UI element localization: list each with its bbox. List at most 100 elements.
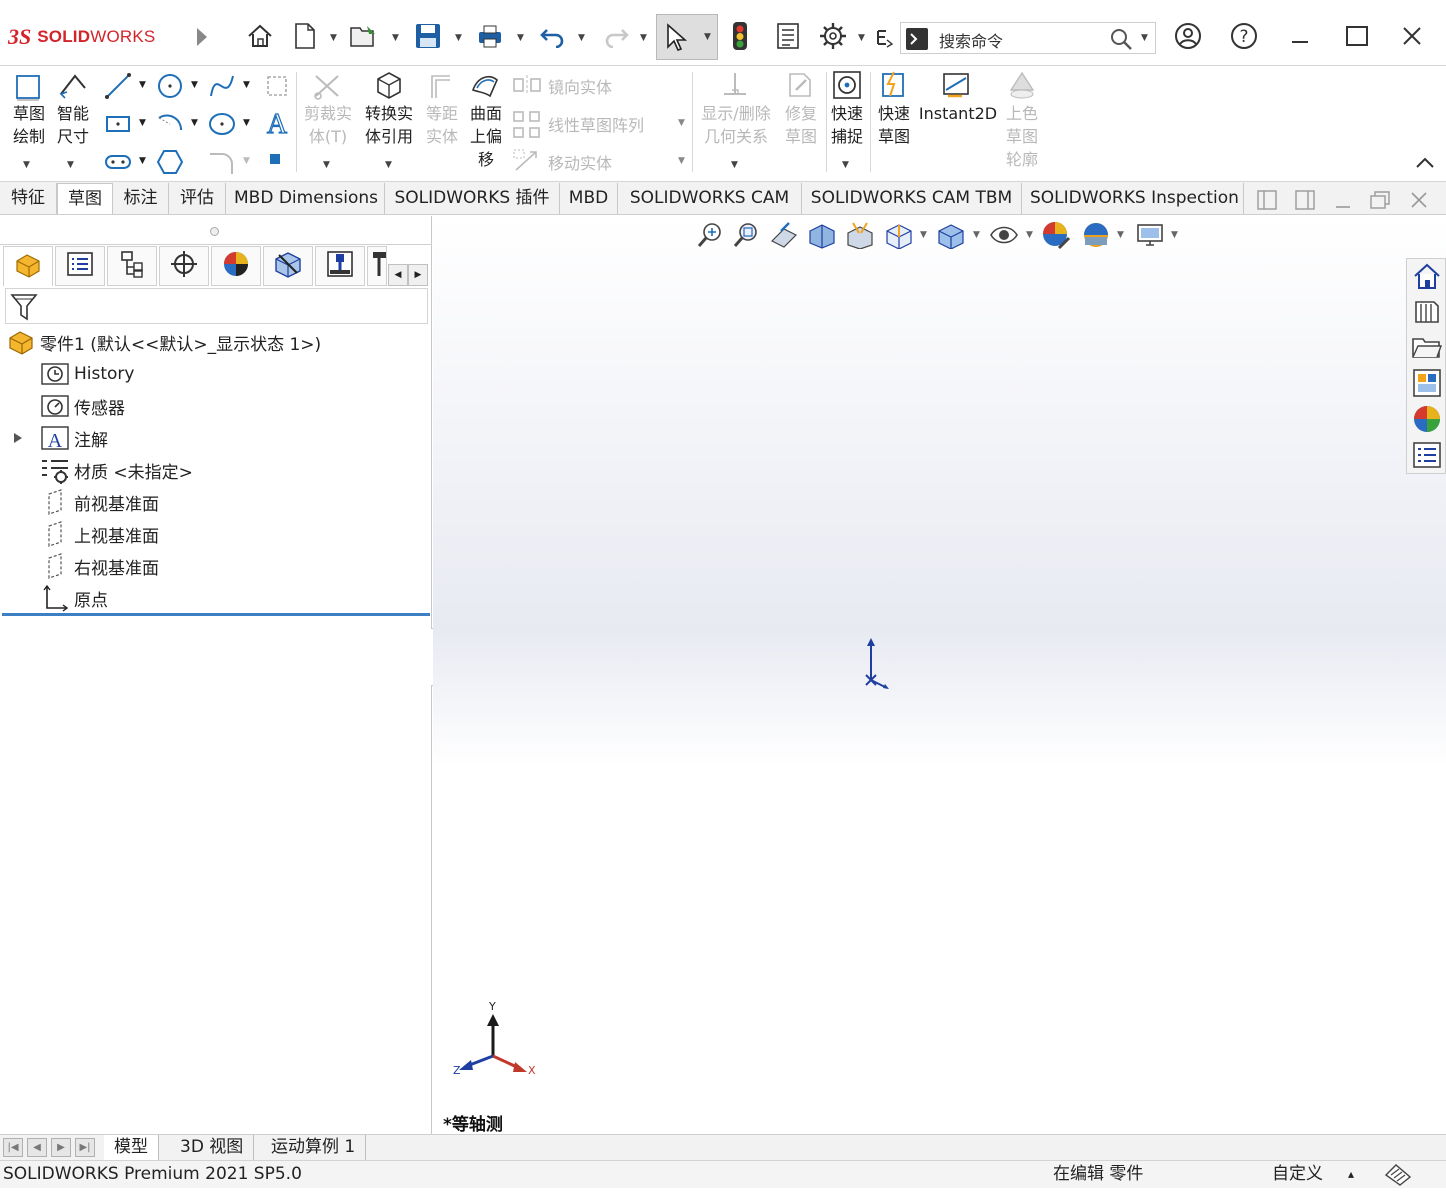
next-tab-icon[interactable]: ▶ (51, 1138, 71, 1157)
print-icon[interactable] (470, 14, 510, 58)
arc-icon[interactable] (156, 110, 184, 142)
convert-entities-button[interactable]: 转换实 体引用 (360, 102, 418, 148)
slot-dropdown-icon[interactable]: ▼ (139, 156, 146, 166)
doc-restore-icon[interactable] (1368, 189, 1392, 215)
select-dropdown-icon[interactable]: ▼ (704, 32, 711, 42)
tab-5[interactable]: SOLIDWORKS 插件 (385, 183, 560, 214)
home-icon[interactable] (240, 14, 280, 58)
tab-model[interactable]: 模型 (104, 1135, 159, 1160)
tree-item-annotations[interactable]: A 注解 (40, 424, 108, 452)
maximize-icon[interactable] (1337, 14, 1377, 58)
first-tab-icon[interactable]: |◀ (3, 1138, 23, 1157)
point-icon[interactable] (270, 154, 280, 164)
doc-minimize-icon[interactable] (1332, 189, 1354, 215)
offset-on-surface-button[interactable]: 曲面 上偏 移 (464, 102, 508, 171)
fillet-dropdown-icon[interactable]: ▼ (243, 156, 250, 166)
tab-cam-tool-tree[interactable] (367, 246, 387, 286)
design-library-icon[interactable] (1411, 295, 1443, 327)
circle-icon[interactable] (156, 72, 184, 104)
display-delete-relations-button[interactable]: 显示/删除 几何关系 (694, 102, 778, 148)
tab-feature-manager[interactable] (3, 246, 53, 286)
tab-3d-views[interactable]: 3D 视图 (170, 1135, 255, 1160)
previous-view-icon[interactable] (769, 220, 799, 250)
instant2d-button[interactable]: Instant2D (918, 102, 998, 125)
last-tab-icon[interactable]: ▶| (75, 1138, 95, 1157)
rectangle-icon[interactable] (104, 110, 132, 142)
trim-entities-button[interactable]: 剪裁实 体(T) (300, 102, 356, 148)
repair-sketch-button[interactable]: 修复 草图 (780, 102, 822, 148)
ellipse-icon[interactable] (208, 110, 236, 142)
tab-3[interactable]: 评估 (169, 183, 226, 214)
save-icon[interactable] (408, 14, 448, 58)
tree-root-part[interactable]: 零件1 (默认<<默认>_显示状态 1>) (6, 328, 321, 356)
edit-appearance-icon[interactable] (1041, 220, 1071, 250)
tab-display-manager[interactable] (211, 246, 261, 286)
redo-dropdown-icon[interactable]: ▼ (640, 33, 647, 43)
tabs-scroll-left-icon[interactable]: ◀ (388, 264, 408, 286)
custom-properties-icon[interactable] (1411, 439, 1443, 471)
panel-collapse-handle-icon[interactable] (210, 227, 219, 236)
view-settings-icon[interactable] (1135, 220, 1165, 250)
new-document-icon[interactable] (285, 14, 325, 58)
options-dropdown-icon[interactable]: ▼ (858, 33, 865, 43)
section-view-icon[interactable] (807, 220, 837, 250)
tree-item-top-plane[interactable]: 上视基准面 (40, 520, 159, 548)
mirror-entities-button[interactable]: 镜向实体 (548, 74, 612, 98)
solidworks-resources-icon[interactable] (1411, 261, 1443, 293)
tab-property-manager[interactable] (55, 246, 105, 286)
view-orientation-icon[interactable] (883, 220, 913, 250)
tab-0[interactable]: 特征 (0, 183, 57, 214)
sketch-button[interactable]: 草图 绘制 (8, 102, 50, 148)
polygon-icon[interactable] (156, 148, 184, 180)
file-explorer-icon[interactable] (1411, 331, 1443, 363)
select-button[interactable]: ▼ (656, 14, 718, 60)
linear-sketch-pattern-button[interactable]: 线性草图阵列 (548, 112, 644, 136)
tab-cam-feature-tree[interactable] (263, 246, 313, 286)
smart-dimension-button[interactable]: 智能 尺寸 (52, 102, 94, 148)
undo-icon[interactable] (533, 14, 573, 58)
convert-dropdown-icon[interactable]: ▼ (385, 160, 392, 170)
unit-system-button[interactable]: 自定义 (1272, 1161, 1323, 1188)
tab-6[interactable]: MBD (560, 183, 618, 214)
smart-dimension-dropdown-icon[interactable]: ▼ (67, 160, 74, 170)
expand-menu-icon[interactable] (195, 26, 209, 52)
trim-dropdown-icon[interactable]: ▼ (323, 160, 330, 170)
rollback-bar[interactable] (2, 613, 430, 616)
tab-4[interactable]: MBD Dimensions (226, 183, 385, 214)
view-settings-dropdown-icon[interactable]: ▼ (1171, 230, 1178, 240)
hide-show-items-icon[interactable] (989, 220, 1019, 250)
pattern-dropdown-icon[interactable]: ▼ (678, 118, 685, 128)
tab-9[interactable]: SOLIDWORKS Inspection (1022, 183, 1244, 214)
tabs-scroll-right-icon[interactable]: ▶ (408, 264, 428, 286)
tab-motion-study[interactable]: 运动算例 1 (261, 1135, 367, 1160)
previous-tab-icon[interactable]: ◀ (27, 1138, 47, 1157)
open-icon[interactable] (345, 14, 385, 58)
save-dropdown-icon[interactable]: ▼ (455, 33, 462, 43)
open-dropdown-icon[interactable]: ▼ (392, 33, 399, 43)
view-palette-icon[interactable] (1411, 367, 1443, 399)
spline-dropdown-icon[interactable]: ▼ (243, 80, 250, 90)
new-dropdown-icon[interactable]: ▼ (330, 33, 337, 43)
user-icon[interactable] (1168, 14, 1208, 58)
tab-7[interactable]: SOLIDWORKS CAM (618, 183, 802, 214)
point-grid-icon[interactable] (263, 72, 291, 104)
search-icon[interactable] (1109, 27, 1133, 55)
shaded-sketch-contours-button[interactable]: 上色 草图 轮廓 (1000, 102, 1044, 171)
zoom-to-fit-icon[interactable] (695, 220, 725, 250)
graphics-area[interactable]: ▼ ▼ ▼ ▼ ▼ Y X Z *等轴测 (433, 216, 1446, 1135)
move-entities-button[interactable]: 移动实体 (548, 150, 612, 174)
help-icon[interactable]: ? (1224, 14, 1264, 58)
rebuild-icon[interactable] (720, 14, 760, 58)
dynamic-annotation-views-icon[interactable] (845, 220, 875, 250)
line-icon[interactable] (104, 72, 132, 104)
circle-dropdown-icon[interactable]: ▼ (191, 80, 198, 90)
print-dropdown-icon[interactable]: ▼ (517, 33, 524, 43)
move-dropdown-icon[interactable]: ▼ (678, 156, 685, 166)
tree-item-sensors[interactable]: 传感器 (40, 392, 125, 420)
doc-close-icon[interactable] (1408, 189, 1430, 215)
fillet-icon[interactable] (208, 148, 236, 180)
display-style-dropdown-icon[interactable]: ▼ (973, 230, 980, 240)
tree-item-right-plane[interactable]: 右视基准面 (40, 552, 159, 580)
slot-icon[interactable] (104, 148, 132, 180)
tree-item-front-plane[interactable]: 前视基准面 (40, 488, 159, 516)
